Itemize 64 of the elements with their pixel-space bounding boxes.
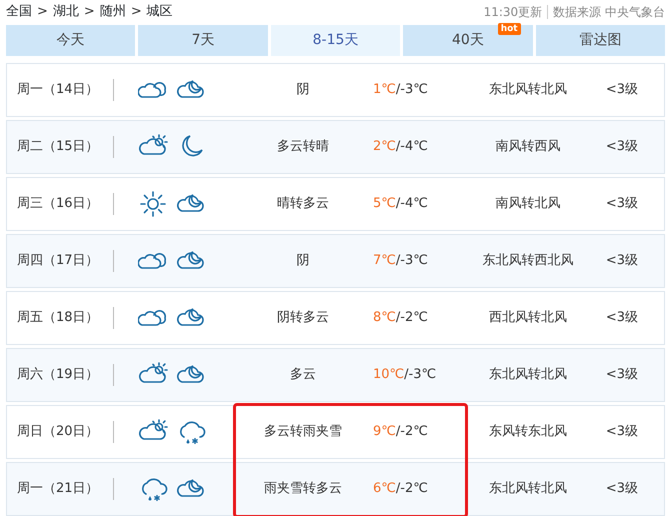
wind-direction: 南风转北风: [494, 195, 562, 214]
low-temp: /-4℃: [396, 196, 428, 212]
hot-badge: hot: [498, 23, 521, 35]
low-temp: /-2℃: [396, 481, 428, 496]
low-temp: /-3℃: [404, 367, 436, 382]
tab[interactable]: 40天 hot: [403, 25, 533, 56]
breadcrumb-link[interactable]: 湖北: [52, 2, 79, 22]
day-date: 周一（14日）: [16, 81, 100, 100]
low-temp: /-3℃: [396, 82, 428, 98]
breadcrumb-separator: >: [84, 3, 95, 22]
wind-level: <3级: [604, 480, 639, 498]
high-temp: 1℃: [373, 82, 396, 98]
wind-direction: 东北风转北风: [488, 366, 568, 384]
weather-text: 阴: [296, 252, 310, 270]
wind-level: <3级: [604, 138, 639, 156]
day-date: 周五（18日）: [16, 309, 100, 328]
breadcrumb-link[interactable]: 全国: [6, 2, 32, 22]
tab[interactable]: 雷达图: [536, 25, 666, 56]
weather-text: 多云转晴: [276, 138, 330, 156]
day-date: 周三（16日）: [16, 195, 100, 214]
wind-level: <3级: [604, 252, 639, 270]
high-temp: 7℃: [373, 253, 396, 268]
high-temp: 2℃: [373, 139, 396, 154]
wind-direction: 东风转东北风: [488, 423, 568, 442]
breadcrumb-separator: >: [37, 3, 48, 22]
low-temp: /-4℃: [396, 139, 428, 154]
tab[interactable]: 7天: [138, 25, 268, 56]
low-temp: /-2℃: [396, 424, 428, 440]
wind-level: <3级: [604, 195, 639, 214]
day-date: 周日（20日）: [16, 423, 100, 442]
weather-text: 阴转多云: [276, 309, 330, 328]
wind-level: <3级: [604, 423, 639, 442]
weather-text: 雨夹雪转多云: [263, 480, 343, 498]
weather-text: 晴转多云: [276, 195, 330, 214]
wind-direction: 西北风转北风: [488, 309, 568, 328]
wind-direction: 南风转西风: [494, 138, 562, 156]
weather-text: 多云: [289, 366, 317, 384]
tab[interactable]: 今天: [6, 25, 136, 56]
tab[interactable]: 8-15天: [270, 25, 400, 56]
weather-text: 多云转雨夹雪: [263, 423, 343, 442]
update-time: 11:30更新: [484, 4, 542, 21]
low-temp: /-2℃: [396, 310, 428, 326]
breadcrumb-link[interactable]: 城区: [146, 2, 173, 22]
breadcrumb-separator: >: [130, 3, 142, 22]
wind-direction: 东北风转北风: [488, 81, 568, 100]
weather-text: 阴: [296, 81, 310, 100]
day-date: 周六（19日）: [16, 366, 100, 384]
breadcrumb-link[interactable]: 随州: [100, 2, 126, 22]
day-date: 周四（17日）: [16, 252, 100, 270]
day-date: 周一（21日）: [16, 480, 100, 498]
high-temp: 6℃: [373, 481, 396, 496]
wind-level: <3级: [604, 309, 639, 328]
data-source: 数据来源 中央气象台: [553, 4, 665, 21]
wind-level: <3级: [604, 81, 639, 100]
high-temp: 5℃: [373, 196, 396, 212]
sun-icon: [138, 189, 168, 219]
high-temp: 10℃: [373, 367, 404, 382]
wind-level: <3级: [604, 366, 639, 384]
high-temp: 8℃: [373, 310, 396, 326]
wind-direction: 东北风转北风: [488, 480, 568, 498]
high-temp: 9℃: [373, 424, 396, 440]
day-date: 周二（15日）: [16, 138, 100, 156]
low-temp: /-3℃: [396, 253, 428, 268]
wind-direction: 东北风转西北风: [482, 252, 574, 270]
